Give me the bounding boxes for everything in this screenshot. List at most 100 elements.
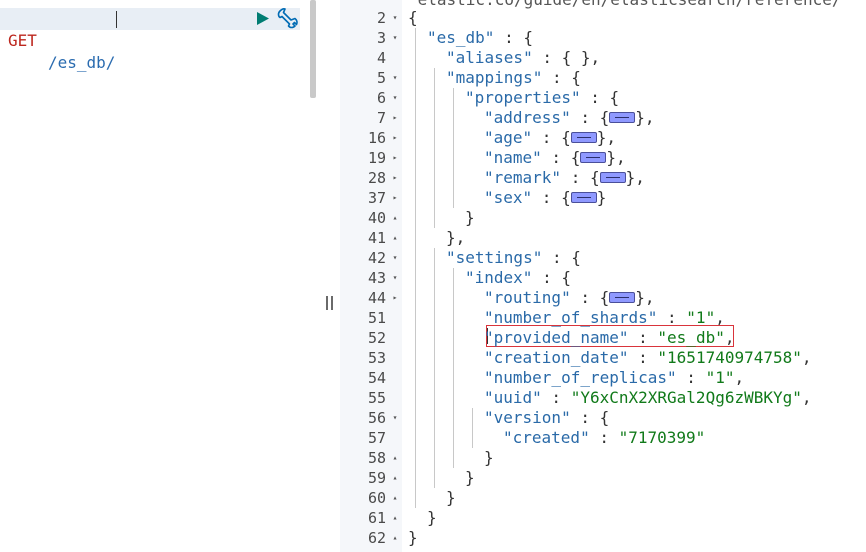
line-number: 41 (367, 229, 386, 247)
response-viewer: "elastic.co/guide/en/elasticsearch/refer… (340, 0, 866, 552)
text-cursor (116, 11, 117, 28)
collapse-fold-icon[interactable]: ▴ (390, 208, 400, 228)
line-number: 54 (367, 369, 386, 387)
collapse-fold-icon[interactable]: ▾ (390, 268, 400, 288)
expand-fold-icon[interactable]: ▸ (390, 168, 400, 188)
json-punctuation: : { (494, 28, 533, 47)
indent-guide (434, 68, 435, 228)
code-line: "version" : { (484, 408, 609, 428)
code-line: }, (446, 228, 465, 248)
collapsed-object-icon[interactable] (609, 112, 636, 123)
line-number: 58 (367, 449, 386, 467)
collapse-fold-icon[interactable]: ▴ (390, 468, 400, 488)
code-line: } (427, 508, 437, 528)
json-punctuation: : { (570, 408, 610, 427)
json-punctuation: { (408, 8, 418, 27)
json-string: "es_db" (657, 328, 725, 347)
json-key: "created" (503, 428, 590, 447)
request-editor[interactable]: GET /es_db/ (0, 0, 318, 552)
json-punctuation: }, (596, 128, 616, 147)
line-number: 55 (367, 389, 386, 407)
request-line[interactable]: GET /es_db/ (0, 8, 300, 72)
json-punctuation: , (715, 308, 725, 327)
collapse-fold-icon[interactable]: ▴ (390, 508, 400, 528)
resize-handle-icon[interactable] (326, 296, 333, 310)
json-punctuation: }, (625, 168, 645, 187)
json-key: "routing" (484, 288, 571, 307)
json-punctuation: }, (635, 108, 655, 127)
expand-fold-icon[interactable]: ▸ (390, 288, 400, 308)
collapsed-object-icon[interactable] (570, 132, 597, 143)
json-punctuation: : (589, 428, 619, 447)
json-punctuation: : { (570, 288, 610, 307)
collapsed-object-icon[interactable] (599, 172, 626, 183)
collapse-fold-icon[interactable]: ▴ (390, 228, 400, 248)
code-line: } (484, 448, 494, 468)
line-number: 19 (367, 149, 386, 167)
line-number: 62 (367, 529, 386, 547)
request-url: /es_db/ (48, 53, 116, 72)
collapsed-object-icon[interactable] (570, 192, 597, 203)
play-icon[interactable] (256, 11, 270, 30)
json-punctuation: : { }, (532, 48, 601, 67)
json-key: "provided_name" (484, 328, 629, 347)
line-number: 3 (376, 29, 386, 47)
pane-splitter[interactable] (318, 0, 340, 552)
collapse-fold-icon[interactable]: ▾ (390, 88, 400, 108)
json-punctuation: }, (446, 228, 466, 247)
line-number: 40 (367, 209, 386, 227)
indent-guide (434, 248, 435, 488)
indent-guide (415, 28, 416, 508)
json-punctuation: , (801, 388, 812, 407)
json-punctuation: }, (606, 148, 626, 167)
line-number: 2 (376, 9, 386, 27)
code-line: "name" : {}, (484, 148, 626, 168)
vertical-scrollbar[interactable] (310, 0, 316, 98)
json-punctuation: } (427, 508, 437, 527)
json-punctuation: : { (542, 248, 581, 267)
collapse-fold-icon[interactable]: ▴ (390, 528, 400, 548)
json-key: "index" (465, 268, 533, 287)
code-line: "uuid" : "Y6xCnX2XRGal2Qg6zWBKYg", (484, 388, 812, 408)
json-key: "address" (484, 108, 571, 127)
json-key: "name" (484, 148, 542, 167)
line-number: 61 (367, 509, 386, 527)
expand-fold-icon[interactable]: ▸ (390, 188, 400, 208)
code-line: "remark" : {}, (484, 168, 645, 188)
collapse-fold-icon[interactable]: ▾ (390, 68, 400, 88)
indent-guide (453, 88, 454, 208)
collapsed-object-icon[interactable] (580, 152, 607, 163)
code-line: "provided_name" : "es_db", (484, 328, 734, 348)
code-line: "aliases" : { }, (446, 48, 600, 68)
wrench-icon[interactable] (276, 8, 298, 34)
json-punctuation: : { (580, 88, 620, 107)
json-key: "sex" (484, 188, 533, 207)
code-line: "address" : {}, (484, 108, 655, 128)
expand-fold-icon[interactable]: ▸ (390, 108, 400, 128)
collapse-fold-icon[interactable]: ▾ (390, 248, 400, 268)
expand-fold-icon[interactable]: ▸ (390, 148, 400, 168)
collapse-fold-icon[interactable]: ▾ (390, 408, 400, 428)
indent-guide (472, 408, 473, 448)
collapsed-object-icon[interactable] (609, 292, 636, 303)
json-punctuation: : (676, 368, 706, 387)
json-punctuation: : (628, 348, 658, 367)
collapse-fold-icon[interactable]: ▴ (390, 448, 400, 468)
line-number: 56 (367, 409, 386, 427)
json-string: "Y6xCnX2XRGal2Qg6zWBKYg" (570, 388, 802, 407)
json-key: "creation_date" (484, 348, 629, 367)
json-punctuation: } (465, 468, 475, 487)
json-punctuation: : (541, 388, 571, 407)
expand-fold-icon[interactable]: ▸ (390, 128, 400, 148)
collapse-fold-icon[interactable]: ▴ (390, 488, 400, 508)
line-number: 53 (367, 349, 386, 367)
json-punctuation: : { (561, 168, 600, 187)
json-punctuation: : { (532, 268, 571, 287)
json-key: "aliases" (446, 48, 533, 67)
line-number: 42 (367, 249, 386, 267)
collapse-fold-icon[interactable]: ▾ (390, 28, 400, 48)
code-line: "creation_date" : "1651740974758", (484, 348, 812, 368)
code-line: "age" : {}, (484, 128, 616, 148)
collapse-fold-icon[interactable]: ▾ (390, 8, 400, 28)
json-punctuation: : { (542, 68, 581, 87)
